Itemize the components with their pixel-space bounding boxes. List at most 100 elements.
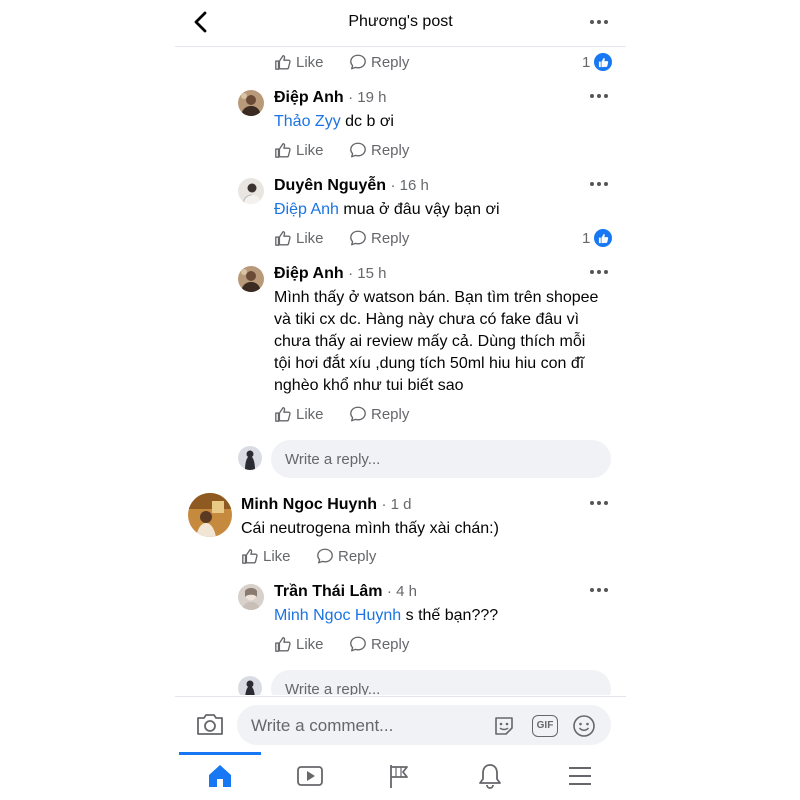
comment-more-icon[interactable] <box>588 498 610 518</box>
reply-placeholder: Write a reply... <box>285 680 381 696</box>
comment-text: Cái neutrogena mình thấy xài chán:) <box>241 520 499 537</box>
flag-icon[interactable] <box>386 762 414 790</box>
comment-more-icon[interactable] <box>588 91 610 111</box>
comment-composer: Write a comment... GIF <box>175 696 626 753</box>
reaction-summary[interactable]: 1 <box>582 229 613 247</box>
reply-input[interactable]: Write a reply... <box>271 670 611 695</box>
more-options-icon[interactable] <box>588 12 610 32</box>
reply-button[interactable]: Reply <box>349 229 409 247</box>
comments-feed[interactable]: Like Reply 1 Điệp Anh · 19 h Thảo Zyy dc… <box>175 47 626 695</box>
mention-link[interactable]: Minh Ngoc Huynh <box>274 607 401 624</box>
reaction-count: 1 <box>582 229 591 247</box>
thumbs-up-icon <box>275 231 291 246</box>
thumbs-up-icon <box>242 549 258 564</box>
speech-bubble-icon <box>350 230 366 246</box>
comment-line: nghèo khổ như tui biết sao <box>274 377 464 394</box>
comment-actions: Like Reply <box>274 635 574 655</box>
comment-time: · 1 d <box>381 496 412 513</box>
comment-time: · 19 h <box>348 89 387 106</box>
like-button[interactable]: Like <box>274 53 324 71</box>
reply-button[interactable]: Reply <box>349 53 409 71</box>
camera-icon[interactable] <box>195 711 225 737</box>
post-screen: Phương's post Like Reply 1 Điệp Anh · 19… <box>175 0 626 800</box>
comment-time: · 4 h <box>386 583 417 600</box>
comment-text: Mình thấy ở watson bán. Bạn tìm trên sho… <box>274 287 619 397</box>
like-button[interactable]: Like <box>274 229 324 247</box>
comment-actions: Like Reply <box>274 53 614 73</box>
speech-bubble-icon <box>350 406 366 422</box>
like-button[interactable]: Like <box>274 405 324 423</box>
reaction-summary[interactable]: 1 <box>582 53 613 71</box>
comment-text: Minh Ngoc Huynh s thế bạn??? <box>274 607 499 624</box>
sticker-icon[interactable] <box>492 714 516 738</box>
like-reaction-icon <box>594 53 613 71</box>
menu-icon[interactable] <box>566 762 594 790</box>
comment-actions: Like Reply <box>274 229 574 249</box>
user-avatar <box>238 676 262 695</box>
reply-button[interactable]: Reply <box>316 547 376 565</box>
reply-label: Reply <box>371 141 410 159</box>
reply-button[interactable]: Reply <box>349 635 409 653</box>
reply-button[interactable]: Reply <box>349 141 409 159</box>
reply-button[interactable]: Reply <box>349 405 409 423</box>
like-button[interactable]: Like <box>241 547 291 565</box>
mention-link[interactable]: Điệp Anh <box>274 201 339 218</box>
comment-more-icon[interactable] <box>588 585 610 605</box>
like-label: Like <box>296 229 324 247</box>
active-tab-indicator <box>179 752 261 755</box>
comment-line: chưa thấy ai review mấy cả. Dùng thích m… <box>274 333 586 350</box>
avatar[interactable] <box>238 584 264 610</box>
comment-text: Thảo Zyy dc b ơi <box>274 113 394 130</box>
like-reaction-icon <box>594 229 613 247</box>
like-label: Like <box>296 405 324 423</box>
reply-input[interactable]: Write a reply... <box>271 440 611 478</box>
comment-line: và tiki cx dc. Hàng này chưa có fake đâu… <box>274 311 580 328</box>
thumbs-up-icon <box>275 407 291 422</box>
thumbs-up-icon <box>275 55 291 70</box>
comment-time: · 16 h <box>390 177 429 194</box>
comment-actions: Like Reply <box>241 547 541 567</box>
top-bar: Phương's post <box>175 0 626 47</box>
comment-actions: Like Reply <box>274 405 574 425</box>
like-button[interactable]: Like <box>274 635 324 653</box>
comment-line: Mình thấy ở watson bán. Bạn tìm trên sho… <box>274 289 599 306</box>
reaction-count: 1 <box>582 53 591 71</box>
avatar[interactable] <box>238 266 264 292</box>
comment-line: tội hơi đắt xíu ,dung tích 50ml hiu hiu … <box>274 355 585 372</box>
comment-input[interactable]: Write a comment... GIF <box>237 705 611 745</box>
mention-link[interactable]: Thảo Zyy <box>274 113 341 130</box>
avatar[interactable] <box>188 493 232 537</box>
reply-label: Reply <box>371 405 410 423</box>
like-button[interactable]: Like <box>274 141 324 159</box>
commenter-name[interactable]: Duyên Nguyễn · 16 h <box>274 177 429 195</box>
like-label: Like <box>296 635 324 653</box>
commenter-name[interactable]: Điệp Anh · 19 h <box>274 89 386 107</box>
speech-bubble-icon <box>350 142 366 158</box>
like-label: Like <box>263 547 291 565</box>
comment-placeholder: Write a comment... <box>251 716 394 735</box>
thumbs-up-icon <box>275 637 291 652</box>
bottom-tab-bar <box>175 752 626 800</box>
bell-icon[interactable] <box>476 762 504 790</box>
home-icon[interactable] <box>206 762 234 790</box>
like-label: Like <box>296 141 324 159</box>
commenter-name[interactable]: Minh Ngoc Huynh · 1 d <box>241 496 411 514</box>
comment-more-icon[interactable] <box>588 267 610 287</box>
like-label: Like <box>296 53 324 71</box>
commenter-name[interactable]: Trần Thái Lâm · 4 h <box>274 583 417 601</box>
comment-text: Điệp Anh mua ở đâu vậy bạn ơi <box>274 201 500 218</box>
avatar[interactable] <box>238 90 264 116</box>
reply-label: Reply <box>371 53 410 71</box>
comment-time: · 15 h <box>348 265 387 282</box>
reply-label: Reply <box>371 229 410 247</box>
comment-more-icon[interactable] <box>588 179 610 199</box>
emoji-icon[interactable] <box>572 714 596 738</box>
commenter-name[interactable]: Điệp Anh · 15 h <box>274 265 386 283</box>
thumbs-up-icon <box>275 143 291 158</box>
speech-bubble-icon <box>317 548 333 564</box>
gif-icon[interactable]: GIF <box>532 715 558 737</box>
reply-label: Reply <box>371 635 410 653</box>
video-icon[interactable] <box>296 762 324 790</box>
avatar[interactable] <box>238 178 264 204</box>
reply-label: Reply <box>338 547 377 565</box>
